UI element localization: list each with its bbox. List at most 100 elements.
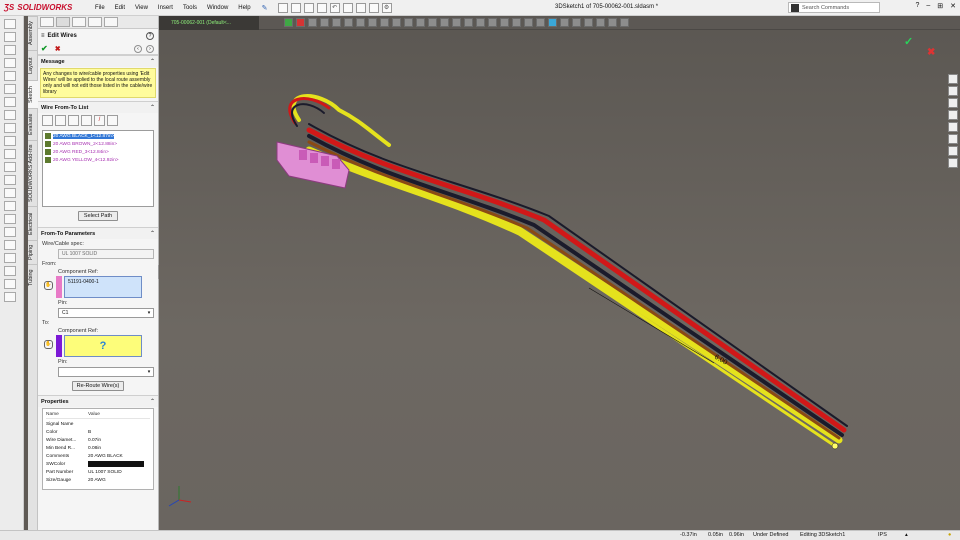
tab-assembly[interactable]: Assembly xyxy=(28,16,38,50)
fillet-tool-icon[interactable] xyxy=(4,110,16,120)
print-icon[interactable] xyxy=(316,2,327,13)
menu-tools[interactable]: Tools xyxy=(178,5,202,11)
view-settings-icon[interactable] xyxy=(428,18,437,27)
confirm-sketch-icon[interactable] xyxy=(284,18,293,27)
table-row[interactable]: Color B xyxy=(46,428,150,436)
unit-system[interactable]: IPS xyxy=(878,532,887,538)
route-wire-icon[interactable]: / xyxy=(94,115,105,126)
hidden-lines-icon[interactable] xyxy=(572,18,581,27)
four-view-icon[interactable] xyxy=(524,18,533,27)
next-page-icon[interactable]: › xyxy=(146,44,154,53)
search-commands[interactable]: Search Commands xyxy=(788,2,880,13)
view-palette-icon[interactable] xyxy=(948,110,958,120)
message-header[interactable]: Message ⌃ xyxy=(38,56,158,67)
display-style-icon[interactable] xyxy=(380,18,389,27)
new-document-icon[interactable] xyxy=(277,2,288,13)
cancel-sketch-icon[interactable] xyxy=(296,18,305,27)
options-gear-icon[interactable]: ⚙ xyxy=(381,2,392,13)
trim-tool-icon[interactable] xyxy=(4,97,16,107)
search-input[interactable]: Search Commands xyxy=(802,5,849,11)
menu-edit[interactable]: Edit xyxy=(110,5,130,11)
display-manager-tab-icon[interactable] xyxy=(104,17,118,27)
yellow-wire[interactable] xyxy=(305,150,837,448)
from-to-header[interactable]: From-To Parameters ⌃ xyxy=(38,228,158,239)
point-tool-icon[interactable] xyxy=(4,84,16,94)
select-path-button[interactable]: Select Path xyxy=(78,211,118,221)
collapse-chevron-icon[interactable]: ⌃ xyxy=(150,104,155,111)
file-explorer-icon[interactable] xyxy=(948,98,958,108)
menu-insert[interactable]: Insert xyxy=(153,5,178,11)
zoom-area-icon[interactable] xyxy=(320,18,329,27)
cancel-x-icon[interactable]: ✖ xyxy=(55,45,61,53)
wire-list[interactable]: 20 AWG BLACK_1<12.87in> 20 AWG BROWN_2<1… xyxy=(42,130,154,207)
ok-check-icon[interactable]: ✔ xyxy=(41,44,48,53)
delete-wire-icon[interactable] xyxy=(68,115,79,126)
wire-harness-model[interactable]: 6.00 xyxy=(159,30,960,530)
search-wire-icon[interactable] xyxy=(81,115,92,126)
dimxpert-tab-icon[interactable] xyxy=(88,17,102,27)
arc-tool-icon[interactable] xyxy=(4,32,16,42)
help-button[interactable]: ? xyxy=(915,2,919,10)
to-component-field[interactable]: ? xyxy=(64,335,142,357)
right-view-icon[interactable] xyxy=(464,18,473,27)
select-icon[interactable] xyxy=(342,2,353,13)
table-row[interactable]: Part Number UL 1007 SOLID xyxy=(46,468,150,476)
zoom-fit-icon[interactable] xyxy=(308,18,317,27)
line-tool-icon[interactable] xyxy=(4,19,16,29)
add-wire-icon[interactable] xyxy=(42,115,53,126)
list-item[interactable]: 20 AWG BLACK_1<12.87in> xyxy=(45,132,151,140)
edit-appearance-icon[interactable] xyxy=(404,18,413,27)
pin-icon[interactable]: ✎ xyxy=(262,4,268,12)
list-item[interactable]: 20 AWG BROWN_2<12.88in> xyxy=(45,140,151,148)
custom-properties-icon[interactable] xyxy=(948,134,958,144)
graphics-area[interactable]: 6.00 ✓ ✖ xyxy=(159,30,960,530)
save-icon[interactable] xyxy=(303,2,314,13)
scene-icon[interactable] xyxy=(4,292,16,302)
relations-tool-icon[interactable] xyxy=(4,175,16,185)
configuration-manager-tab-icon[interactable] xyxy=(72,17,86,27)
arrange-wire-icon[interactable] xyxy=(107,115,118,126)
sketch-edit-icon[interactable] xyxy=(4,240,16,250)
plane-tool-icon[interactable] xyxy=(4,214,16,224)
hide-show-items-icon[interactable] xyxy=(392,18,401,27)
from-pin-select[interactable]: C1 ▾ xyxy=(58,308,154,318)
mirror-tool-icon[interactable] xyxy=(4,136,16,146)
hide-show-icon[interactable] xyxy=(4,266,16,276)
help-icon[interactable]: ? xyxy=(146,32,154,40)
list-item[interactable]: 20 AWG YELLOW_4<12.92in> xyxy=(45,156,151,164)
properties-table[interactable]: Name Value Signal Name Color B Wire Diame… xyxy=(42,408,154,490)
ambient-occlusion-icon[interactable] xyxy=(620,18,629,27)
menu-file[interactable]: File xyxy=(90,5,110,11)
reroute-wires-button[interactable]: Re-Route Wire(s) xyxy=(72,381,124,391)
spec-field[interactable]: UL 1007 SOLID xyxy=(58,249,154,259)
dimension-tool-icon[interactable] xyxy=(4,188,16,198)
restore-button[interactable]: ⊞ xyxy=(937,2,943,10)
menu-window[interactable]: Window xyxy=(202,5,233,11)
yellow-wire-loop[interactable] xyxy=(291,94,391,147)
tab-tubing[interactable]: Tubing xyxy=(28,264,38,290)
table-row[interactable]: Size/Gauge 20 AWG xyxy=(46,476,150,484)
tab-sketch[interactable]: Sketch xyxy=(28,80,38,108)
move-tool-icon[interactable] xyxy=(4,162,16,172)
table-row[interactable]: Signal Name xyxy=(46,420,150,428)
tab-electrical[interactable]: Electrical xyxy=(28,206,38,240)
wire-bundle[interactable] xyxy=(288,94,848,448)
properties-header[interactable]: Properties ⌃ xyxy=(38,396,158,407)
property-manager-tab-icon[interactable] xyxy=(56,17,70,27)
display-style-icon[interactable] xyxy=(4,253,16,263)
feature-tree-tab-icon[interactable] xyxy=(40,17,54,27)
offset-tool-icon[interactable] xyxy=(4,123,16,133)
select-hand-icon[interactable]: ✋ xyxy=(44,340,53,349)
list-item[interactable]: 20 AWG RED_3<12.84in> xyxy=(45,148,151,156)
tab-piping[interactable]: Piping xyxy=(28,240,38,264)
shadows-icon[interactable] xyxy=(584,18,593,27)
close-button[interactable]: ✕ xyxy=(950,2,956,10)
wire-endpoint[interactable] xyxy=(831,442,839,450)
spline-tool-icon[interactable] xyxy=(4,45,16,55)
undo-icon[interactable]: ↶ xyxy=(329,2,340,13)
circle-tool-icon[interactable] xyxy=(4,71,16,81)
from-component-field[interactable]: 51191-0400-1 xyxy=(64,276,142,298)
shaded-edges-icon[interactable] xyxy=(548,18,557,27)
single-view-icon[interactable] xyxy=(500,18,509,27)
top-view-icon[interactable] xyxy=(452,18,461,27)
